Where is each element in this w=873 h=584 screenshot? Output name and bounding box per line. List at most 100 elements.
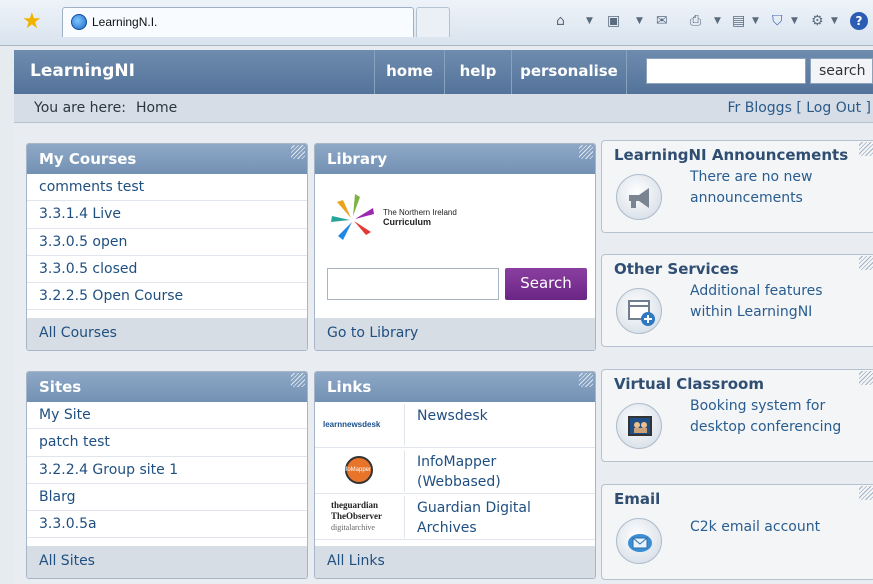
feeds-icon[interactable]: ▣: [607, 10, 620, 32]
new-tab-button[interactable]: [416, 7, 450, 37]
resize-grip-icon[interactable]: [579, 145, 593, 159]
site-search-input[interactable]: [646, 58, 806, 84]
browser-tab[interactable]: LearningN.I.: [62, 7, 414, 37]
panel-title: My Courses: [27, 144, 307, 174]
resize-grip-icon[interactable]: [291, 145, 305, 159]
panel-title: Sites: [27, 372, 307, 402]
sites-panel: Sites My Site patch test 3.2.2.4 Group s…: [26, 371, 308, 579]
all-links-link[interactable]: All Links: [315, 546, 595, 578]
tools-dropdown-icon[interactable]: ▼: [831, 10, 838, 32]
resize-grip-icon[interactable]: [579, 373, 593, 387]
feeds-dropdown-icon[interactable]: ▼: [636, 10, 643, 32]
page-dropdown-icon[interactable]: ▼: [752, 10, 759, 32]
site-item[interactable]: patch test: [27, 429, 307, 457]
virtual-classroom-title[interactable]: Virtual Classroom: [614, 375, 764, 393]
home-icon[interactable]: ⌂: [556, 10, 565, 32]
portal-content: My Courses comments test 3.3.1.4 Live 3.…: [14, 124, 873, 584]
other-services-card: Other Services Additional features withi…: [601, 254, 873, 347]
guardian-line2: Archives: [417, 520, 477, 536]
home-dropdown-icon[interactable]: ▼: [586, 10, 593, 32]
ni-curriculum-logo[interactable]: The Northern Ireland Curriculum: [329, 188, 469, 248]
breadcrumb-bar: You are here: Home Fr Bloggs [ Log Out ]: [14, 94, 873, 123]
course-item[interactable]: 3.3.1.4 Live: [27, 201, 307, 229]
link-item[interactable]: learnnewsdesk Newsdesk: [315, 402, 595, 448]
breadcrumb-current[interactable]: Home: [136, 100, 177, 116]
link-item[interactable]: infoMapper InfoMapper (Webbased): [315, 448, 595, 494]
course-item[interactable]: 3.3.0.5 closed: [27, 256, 307, 284]
guardian-archive-link[interactable]: Guardian Digital Archives: [417, 498, 531, 538]
breadcrumb-prefix: You are here:: [34, 100, 126, 116]
logo-line2: Curriculum: [383, 217, 432, 227]
tab-title: LearningN.I.: [92, 15, 158, 29]
resize-grip-icon[interactable]: [859, 486, 873, 500]
email-text: C2k email account: [690, 517, 820, 538]
go-to-library-link[interactable]: Go to Library: [315, 318, 595, 350]
course-item[interactable]: comments test: [27, 174, 307, 202]
email-envelope-icon: [616, 518, 662, 564]
site-item[interactable]: Blarg: [27, 484, 307, 512]
my-courses-title: My Courses: [39, 150, 137, 168]
infomapper-line2: (Webbased): [417, 474, 501, 490]
course-item[interactable]: 3.3.0.5 open: [27, 229, 307, 256]
nav-personalise[interactable]: personalise: [511, 50, 627, 94]
infomapper-link[interactable]: InfoMapper (Webbased): [417, 452, 501, 492]
announcements-text: There are no new announcements: [690, 167, 812, 209]
other-services-title[interactable]: Other Services: [614, 260, 739, 278]
all-sites-link[interactable]: All Sites: [27, 546, 307, 578]
links-title: Links: [327, 378, 372, 396]
site-item[interactable]: 3.2.2.4 Group site 1: [27, 457, 307, 484]
user-name[interactable]: Fr Bloggs: [728, 100, 792, 116]
favorites-star-icon[interactable]: ★: [22, 11, 42, 33]
site-logo-text[interactable]: LearningNI: [30, 61, 135, 81]
virtual-classroom-line2: desktop conferencing: [690, 419, 842, 435]
nav-help[interactable]: help: [444, 50, 511, 94]
breadcrumb: You are here: Home: [34, 100, 177, 116]
infomapper-line1: InfoMapper: [417, 454, 497, 470]
guardian-line1: Guardian Digital: [417, 500, 531, 516]
newsdesk-link[interactable]: Newsdesk: [417, 406, 488, 426]
panel-title: Library: [315, 144, 595, 174]
resize-grip-icon[interactable]: [859, 371, 873, 385]
course-item[interactable]: 3.2.2.5 Open Course: [27, 283, 307, 311]
add-window-icon: [616, 288, 662, 334]
user-info: Fr Bloggs [ Log Out ]: [728, 100, 872, 116]
site-item[interactable]: 3.3.0.5a: [27, 511, 307, 539]
mail-icon[interactable]: ✉: [656, 10, 668, 32]
site-search-button[interactable]: search: [810, 58, 873, 84]
library-search-button[interactable]: Search: [505, 268, 587, 300]
announcements-line2: announcements: [690, 190, 803, 206]
resize-grip-icon[interactable]: [291, 373, 305, 387]
virtual-classroom-card: Virtual Classroom Booking system for des…: [601, 369, 873, 462]
guardian-thumb-text: theguardian: [331, 500, 379, 510]
digitalarchive-thumb-text: digitalarchive: [331, 523, 375, 532]
virtual-classroom-line1: Booking system for: [690, 398, 826, 414]
announcements-title[interactable]: LearningNI Announcements: [614, 146, 848, 164]
print-icon[interactable]: ⎙: [690, 10, 701, 32]
email-title[interactable]: Email: [614, 490, 660, 508]
library-panel: Library The Northern Ireland Curriculum …: [314, 143, 596, 351]
print-dropdown-icon[interactable]: ▼: [714, 10, 721, 32]
help-icon[interactable]: ?: [850, 12, 868, 30]
infomapper-thumb-text: infoMapper: [341, 467, 372, 473]
logout-link[interactable]: [ Log Out ]: [796, 100, 871, 116]
my-courses-panel: My Courses comments test 3.3.1.4 Live 3.…: [26, 143, 308, 351]
safety-dropdown-icon[interactable]: ▼: [791, 10, 798, 32]
library-search-input[interactable]: [327, 268, 499, 300]
resize-grip-icon[interactable]: [859, 256, 873, 270]
library-title: Library: [327, 150, 388, 168]
logo-line1: The Northern Ireland: [383, 208, 457, 217]
safety-icon[interactable]: ⛉: [772, 10, 783, 32]
all-courses-link[interactable]: All Courses: [27, 318, 307, 350]
announcements-line1: There are no new: [690, 169, 813, 185]
nav-home[interactable]: home: [374, 50, 444, 94]
resize-grip-icon[interactable]: [859, 142, 873, 156]
links-panel: Links learnnewsdesk Newsdesk infoMapper …: [314, 371, 596, 579]
tools-gear-icon[interactable]: ⚙: [811, 10, 824, 32]
link-item[interactable]: theguardian TheObserver digitalarchive G…: [315, 494, 595, 540]
learnnewsdesk-thumbnail: learnnewsdesk: [317, 404, 405, 446]
page-icon[interactable]: ▤: [732, 10, 745, 32]
email-line1: C2k email account: [690, 519, 821, 535]
site-item[interactable]: My Site: [27, 402, 307, 430]
virtual-classroom-text: Booking system for desktop conferencing: [690, 396, 841, 438]
other-services-line1: Additional features: [690, 283, 823, 299]
